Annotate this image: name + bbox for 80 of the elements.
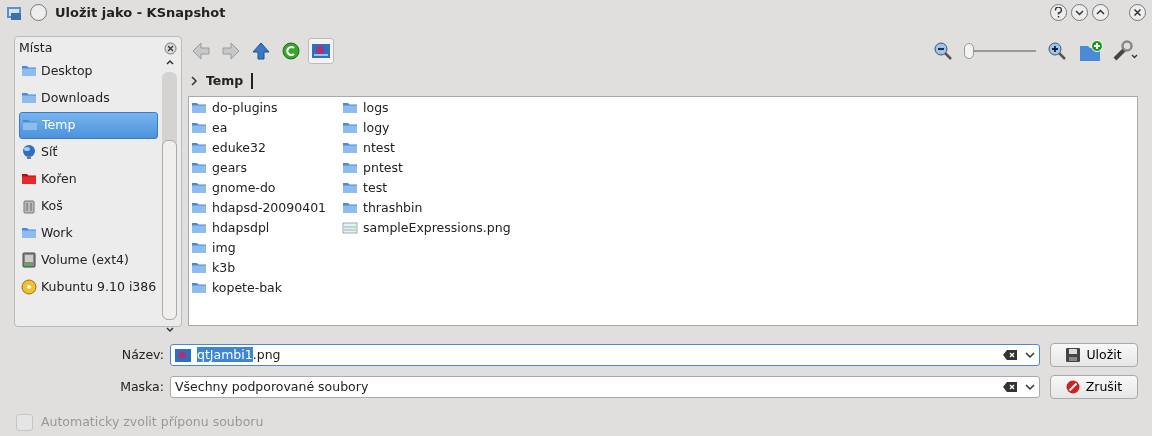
- image-icon: [312, 44, 330, 58]
- folder-icon: [342, 160, 359, 176]
- file-name[interactable]: gnome-do: [212, 178, 276, 198]
- file-name[interactable]: k3b: [212, 258, 236, 278]
- help-button[interactable]: [1050, 4, 1067, 21]
- folder-icon: [191, 140, 207, 156]
- clear-icon[interactable]: [1003, 350, 1017, 360]
- preview-button[interactable]: [308, 38, 334, 64]
- image-file-icon: [342, 220, 359, 236]
- chevron-icon[interactable]: [190, 76, 198, 86]
- file-name[interactable]: test: [363, 178, 388, 198]
- file-name[interactable]: logs: [363, 98, 389, 118]
- filter-label: Maska:: [119, 377, 165, 396]
- window-title: Uložit jako - KSnapshot: [55, 3, 226, 22]
- cancel-icon: [1065, 380, 1080, 394]
- save-button[interactable]: Uložit: [1050, 343, 1138, 367]
- floppy-icon: [1066, 348, 1081, 362]
- place-item[interactable]: Volume (ext4): [19, 246, 158, 274]
- name-label: Název:: [120, 345, 165, 364]
- folder-icon: [191, 120, 207, 136]
- dropdown-icon[interactable]: [1025, 351, 1035, 359]
- new-folder-button[interactable]: [1078, 38, 1104, 64]
- file-name[interactable]: logy: [363, 118, 390, 138]
- folder-icon: [191, 200, 207, 216]
- folder-icon: [191, 280, 207, 296]
- trash-icon: [21, 198, 37, 215]
- file-name[interactable]: ea: [212, 118, 228, 138]
- place-item[interactable]: Kořen: [19, 165, 158, 193]
- clear-icon[interactable]: [1003, 382, 1017, 392]
- file-name[interactable]: img: [212, 238, 236, 258]
- file-name[interactable]: do-plugins: [212, 98, 278, 118]
- place-item[interactable]: Downloads: [19, 84, 158, 112]
- disc-icon: [21, 279, 37, 296]
- file-name[interactable]: hdapsd-20090401: [212, 198, 327, 218]
- minimize-button[interactable]: [1071, 4, 1088, 21]
- place-item[interactable]: Kubuntu 9.10 i386: [19, 273, 158, 301]
- folder-icon: [191, 160, 207, 176]
- folder-icon: [191, 100, 207, 116]
- folder-icon: [342, 120, 359, 136]
- close-icon: [1133, 8, 1142, 17]
- place-item[interactable]: Síť: [19, 138, 158, 166]
- zoom-slider[interactable]: [964, 43, 1036, 59]
- folder-icon: [191, 260, 207, 276]
- folder-icon: [342, 100, 359, 116]
- place-item[interactable]: Work: [19, 219, 158, 247]
- chevron-down-icon: [1075, 8, 1084, 17]
- file-name[interactable]: thrashbin: [363, 198, 423, 218]
- question-icon: [1054, 7, 1063, 18]
- image-icon: [175, 348, 191, 362]
- folder-icon: [191, 240, 207, 256]
- drive-icon: [21, 252, 37, 269]
- filename-field[interactable]: qtJambi1.png: [170, 344, 1040, 366]
- folder-icon: [191, 180, 207, 196]
- checkbox-label: Automaticky zvolit příponu souboru: [41, 413, 264, 431]
- folder-icon: [342, 140, 359, 156]
- folder-icon: [342, 200, 359, 216]
- scrollbar[interactable]: [162, 71, 177, 320]
- file-name[interactable]: sampleExpressions.png: [363, 218, 511, 238]
- close-button[interactable]: [1129, 4, 1146, 21]
- file-name[interactable]: ntest: [363, 138, 395, 158]
- globe-icon: [21, 144, 37, 161]
- filter-field[interactable]: Všechny podporované soubory: [170, 376, 1040, 398]
- window-menu-button[interactable]: [30, 4, 47, 21]
- breadcrumb-item[interactable]: Temp: [206, 71, 244, 91]
- cancel-button[interactable]: Zrušit: [1050, 375, 1138, 399]
- folder-icon: [191, 220, 207, 236]
- sidebar-title: Místa: [19, 39, 53, 57]
- folder-icon: [342, 180, 359, 196]
- close-icon[interactable]: [164, 41, 177, 55]
- chevron-up-icon: [1096, 8, 1105, 17]
- dropdown-icon[interactable]: [1025, 383, 1035, 391]
- maximize-button[interactable]: [1092, 4, 1109, 21]
- file-name[interactable]: kopete-bak: [212, 278, 282, 298]
- file-name[interactable]: eduke32: [212, 138, 266, 158]
- file-name[interactable]: gears: [212, 158, 247, 178]
- file-name[interactable]: hdapsdpl: [212, 218, 270, 238]
- place-item[interactable]: Desktop: [19, 57, 158, 85]
- app-icon: [6, 4, 22, 21]
- file-name[interactable]: pntest: [363, 158, 403, 178]
- place-item[interactable]: Koš: [19, 192, 158, 220]
